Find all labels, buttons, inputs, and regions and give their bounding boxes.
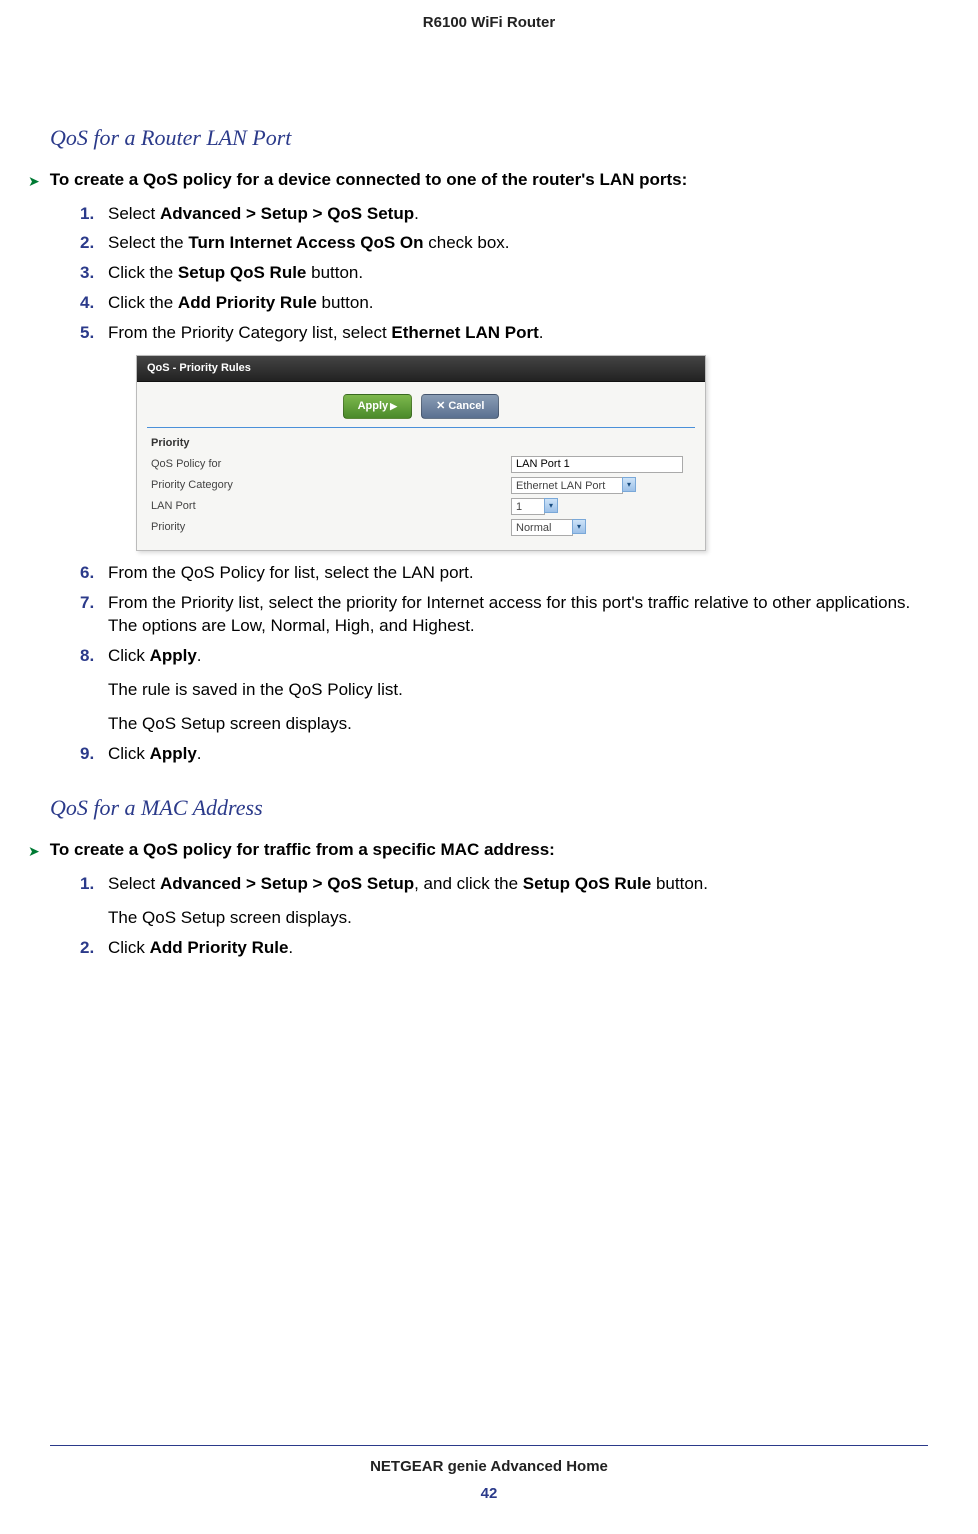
ui-row-lan-port: LAN Port 1▾ <box>151 498 691 515</box>
ui-row-priority: Priority Normal▾ <box>151 519 691 536</box>
chevron-down-icon: ▾ <box>572 519 586 534</box>
step-text: Select Advanced > Setup > QoS Setup. <box>108 204 419 223</box>
steps-list-lan: 1. Select Advanced > Setup > QoS Setup. … <box>50 202 928 766</box>
step-text: Click the Setup QoS Rule button. <box>108 263 363 282</box>
chevron-down-icon: ▾ <box>544 498 558 513</box>
step-number: 2. <box>80 231 94 255</box>
step-number: 2. <box>80 936 94 960</box>
ui-titlebar: QoS - Priority Rules <box>137 356 705 382</box>
ui-button-row: Apply▶ ✕Cancel <box>147 382 695 428</box>
step-item: 3. Click the Setup QoS Rule button. <box>80 261 928 285</box>
page-number: 42 <box>0 1483 978 1504</box>
step-item: 1. Select Advanced > Setup > QoS Setup. <box>80 202 928 226</box>
step-number: 4. <box>80 291 94 315</box>
step-number: 1. <box>80 202 94 226</box>
step-number: 1. <box>80 872 94 896</box>
arrow-bullet-icon: ➤ <box>28 172 40 192</box>
step-text: From the Priority list, select the prior… <box>108 593 910 636</box>
qos-policy-for-input[interactable] <box>511 456 683 473</box>
priority-select[interactable]: Normal▾ <box>511 519 586 536</box>
step-number: 6. <box>80 561 94 585</box>
page-content: QoS for a Router LAN Port ➤ To create a … <box>0 33 978 959</box>
step-text: From the QoS Policy for list, select the… <box>108 563 474 582</box>
step-item: 5. From the Priority Category list, sele… <box>80 321 928 551</box>
step-item: 9. Click Apply. <box>80 742 928 766</box>
arrow-bullet-icon: ➤ <box>28 842 40 862</box>
close-icon: ✕ <box>436 400 445 412</box>
procedure-heading-mac: ➤ To create a QoS policy for traffic fro… <box>28 838 928 862</box>
step-number: 5. <box>80 321 94 345</box>
step-item: 1. Select Advanced > Setup > QoS Setup, … <box>80 872 928 930</box>
ui-section-title: Priority <box>151 436 691 451</box>
ui-row-policy-for: QoS Policy for <box>151 456 691 473</box>
ui-row-priority-category: Priority Category Ethernet LAN Port▾ <box>151 477 691 494</box>
step-number: 9. <box>80 742 94 766</box>
steps-list-mac: 1. Select Advanced > Setup > QoS Setup, … <box>50 872 928 959</box>
step-number: 7. <box>80 591 94 615</box>
step-item: 6. From the QoS Policy for list, select … <box>80 561 928 585</box>
section-heading-mac: QoS for a MAC Address <box>50 793 928 824</box>
step-number: 3. <box>80 261 94 285</box>
step-subtext: The QoS Setup screen displays. <box>108 906 928 930</box>
step-item: 7. From the Priority list, select the pr… <box>80 591 928 639</box>
priority-category-select[interactable]: Ethernet LAN Port▾ <box>511 477 636 494</box>
step-text: From the Priority Category list, select … <box>108 323 544 342</box>
step-text: Click Apply. <box>108 646 202 665</box>
apply-button[interactable]: Apply▶ <box>343 394 412 419</box>
procedure-heading-lan: ➤ To create a QoS policy for a device co… <box>28 168 928 192</box>
ui-priority-section: Priority QoS Policy for Priority Categor… <box>137 428 705 535</box>
step-text: Click Apply. <box>108 744 202 763</box>
step-item: 2. Select the Turn Internet Access QoS O… <box>80 231 928 255</box>
step-subtext: The QoS Setup screen displays. <box>108 712 928 736</box>
ui-label: LAN Port <box>151 499 511 514</box>
cancel-button[interactable]: ✕Cancel <box>421 394 499 419</box>
play-icon: ▶ <box>390 401 397 411</box>
footer-title: NETGEAR genie Advanced Home <box>0 1456 978 1477</box>
step-text: Click Add Priority Rule. <box>108 938 293 957</box>
procedure-title: To create a QoS policy for a device conn… <box>50 168 688 192</box>
ui-label: Priority <box>151 520 511 535</box>
page-header: R6100 WiFi Router <box>0 0 978 33</box>
step-text: Click the Add Priority Rule button. <box>108 293 374 312</box>
step-text: Select Advanced > Setup > QoS Setup, and… <box>108 874 708 893</box>
step-item: 8. Click Apply. The rule is saved in the… <box>80 644 928 735</box>
section-heading-lan: QoS for a Router LAN Port <box>50 123 928 154</box>
chevron-down-icon: ▾ <box>622 477 636 492</box>
step-number: 8. <box>80 644 94 668</box>
step-item: 2. Click Add Priority Rule. <box>80 936 928 960</box>
ui-label: QoS Policy for <box>151 457 511 472</box>
footer-divider <box>50 1445 928 1446</box>
lan-port-select[interactable]: 1▾ <box>511 498 558 515</box>
step-subtext: The rule is saved in the QoS Policy list… <box>108 678 928 702</box>
router-ui-screenshot: QoS - Priority Rules Apply▶ ✕Cancel Prio… <box>136 355 706 551</box>
page-footer: NETGEAR genie Advanced Home 42 <box>0 1445 978 1504</box>
ui-label: Priority Category <box>151 478 511 493</box>
step-item: 4. Click the Add Priority Rule button. <box>80 291 928 315</box>
procedure-title: To create a QoS policy for traffic from … <box>50 838 555 862</box>
step-text: Select the Turn Internet Access QoS On c… <box>108 233 510 252</box>
